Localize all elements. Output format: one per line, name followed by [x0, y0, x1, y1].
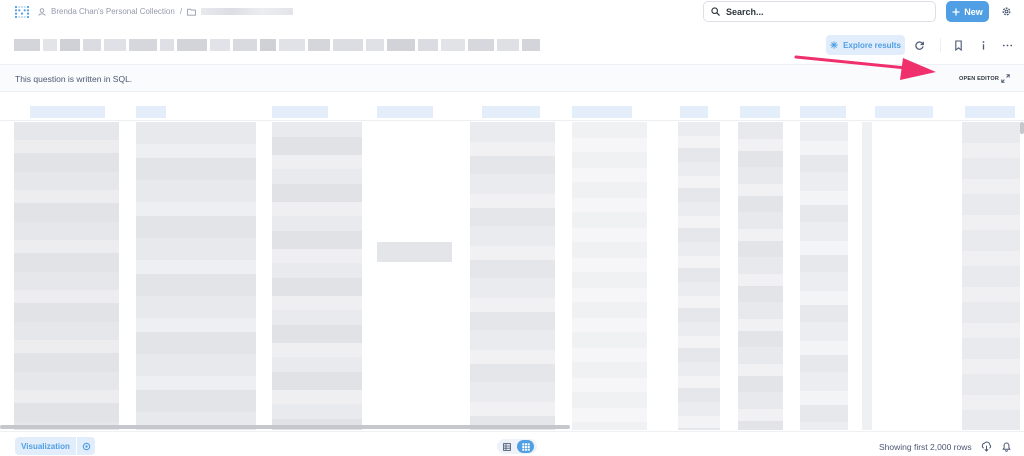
table-column [470, 122, 555, 430]
open-editor-button[interactable]: OPEN EDITOR [959, 76, 999, 82]
table-icon [502, 442, 511, 451]
column-header[interactable] [875, 106, 933, 118]
breadcrumb-question-redacted[interactable] [201, 8, 294, 15]
person-icon [38, 7, 46, 16]
column-header[interactable] [800, 106, 846, 118]
question-title-redacted[interactable] [14, 39, 540, 51]
column-header[interactable] [572, 106, 632, 118]
grid-icon [521, 442, 530, 451]
view-toggle [497, 439, 537, 454]
column-header[interactable] [272, 106, 328, 118]
folder-icon [187, 8, 196, 16]
grid-view-toggle[interactable] [517, 440, 534, 453]
table-column [377, 242, 452, 262]
breadcrumb-collection[interactable]: Brenda Chan's Personal Collection [51, 7, 175, 16]
footer-bar: Visualization Showing first 2,000 rows [0, 431, 1024, 456]
breadcrumb: Brenda Chan's Personal Collection / [38, 7, 294, 16]
bell-icon[interactable] [1001, 441, 1012, 452]
table-view-toggle[interactable] [498, 440, 515, 453]
table-column [862, 122, 872, 430]
table-column [738, 122, 783, 430]
native-query-notice: This question is written in SQL. OPEN ED… [0, 64, 1024, 92]
plus-icon [952, 8, 960, 15]
gear-icon[interactable] [1001, 6, 1012, 17]
horizontal-scrollbar[interactable] [0, 425, 570, 429]
question-header: Explore results [0, 30, 1024, 60]
new-button[interactable]: New [946, 1, 989, 22]
table-column [272, 122, 362, 430]
column-header[interactable] [965, 106, 1015, 118]
toolbar-divider [940, 38, 941, 52]
table-header-divider [0, 120, 1024, 121]
column-header[interactable] [136, 106, 166, 118]
search-placeholder: Search... [726, 6, 764, 17]
table-column [800, 122, 848, 430]
vertical-scrollbar[interactable] [1020, 122, 1024, 134]
column-header[interactable] [680, 106, 708, 118]
search-icon [711, 7, 720, 16]
table-column [572, 122, 647, 430]
download-icon[interactable] [981, 441, 992, 452]
explore-results-button[interactable]: Explore results [826, 35, 905, 55]
info-icon[interactable] [978, 40, 989, 51]
column-header[interactable] [740, 106, 780, 118]
refresh-icon[interactable] [914, 40, 925, 51]
ellipsis-icon[interactable] [1002, 40, 1013, 51]
table-column [678, 122, 720, 430]
expand-icon[interactable] [1001, 74, 1010, 83]
sparkle-icon [830, 41, 838, 49]
new-button-label: New [964, 6, 983, 17]
visualization-button[interactable]: Visualization [15, 437, 76, 455]
visualization-settings-button[interactable] [77, 437, 95, 455]
table-column [14, 122, 119, 430]
top-bar: Brenda Chan's Personal Collection / Sear… [0, 0, 1024, 26]
column-header[interactable] [482, 106, 540, 118]
row-count: Showing first 2,000 rows [879, 442, 972, 452]
table-column [136, 122, 256, 430]
search-input[interactable]: Search... [703, 1, 936, 22]
gear-icon [82, 442, 90, 450]
column-header[interactable] [377, 106, 433, 118]
explore-results-label: Explore results [843, 40, 901, 50]
results-table[interactable] [0, 92, 1024, 430]
metabase-logo-icon[interactable] [14, 5, 30, 19]
bookmark-icon[interactable] [953, 40, 964, 51]
sql-notice-message: This question is written in SQL. [15, 74, 133, 84]
column-header[interactable] [30, 106, 105, 118]
table-column [962, 122, 1020, 430]
breadcrumb-separator: / [179, 7, 183, 16]
